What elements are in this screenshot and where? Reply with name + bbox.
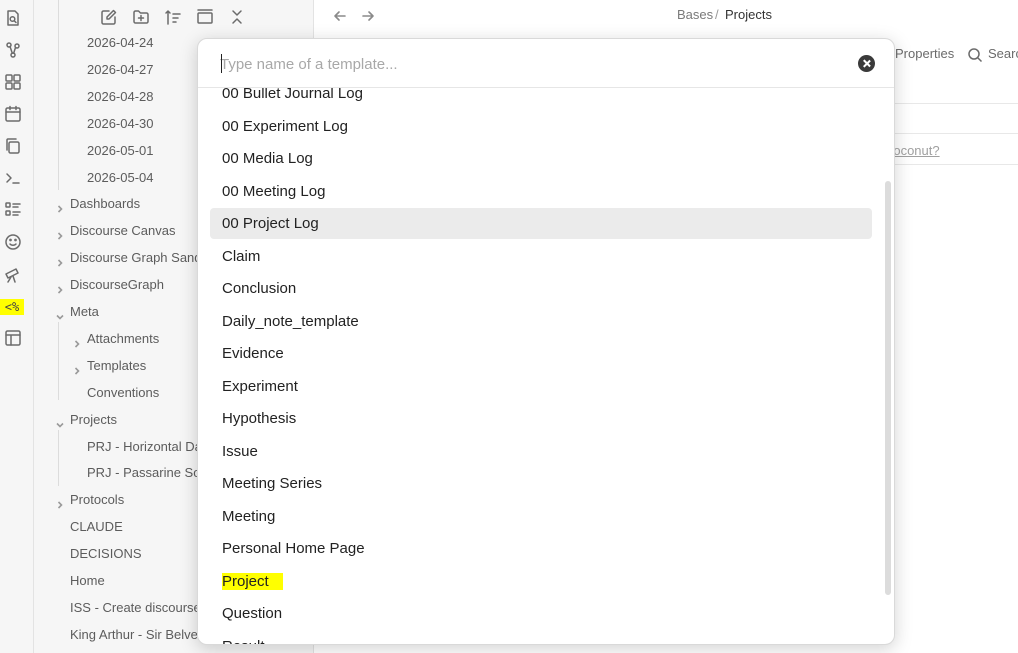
template-results-list: 00 Bullet Journal Log 00 Experiment Log 00… bbox=[198, 88, 894, 645]
template-option[interactable]: Question bbox=[210, 598, 872, 629]
tree-item-label: Discourse Canvas bbox=[70, 223, 176, 239]
chevron-right-icon[interactable] bbox=[55, 226, 65, 240]
tree-item-label: ISS - Create discourse bbox=[70, 599, 201, 615]
tree-item-label: Discourse Graph Sand bbox=[70, 250, 202, 266]
tree-item-label: 2026-05-04 bbox=[87, 169, 154, 185]
templater-icon[interactable]: <% bbox=[0, 299, 24, 315]
tree-item-label: 2026-04-27 bbox=[87, 61, 154, 77]
chevron-right-icon[interactable] bbox=[55, 280, 65, 294]
left-ribbon: <% bbox=[0, 0, 34, 653]
template-option-label: 00 Project Log bbox=[222, 215, 319, 232]
results-scrollbar[interactable] bbox=[885, 181, 891, 595]
template-option-label: Conclusion bbox=[222, 280, 297, 297]
template-option[interactable]: Personal Home Page bbox=[210, 533, 872, 564]
template-option[interactable]: Project bbox=[210, 566, 872, 597]
forward-arrow-icon[interactable] bbox=[360, 8, 376, 24]
template-option[interactable]: Evidence bbox=[210, 338, 872, 369]
template-option-label: 00 Meeting Log bbox=[222, 182, 326, 200]
breadcrumb-separator: / bbox=[715, 7, 719, 22]
tree-item-label: Attachments bbox=[87, 330, 160, 346]
template-option-label: Meeting bbox=[222, 507, 276, 525]
copy-icon[interactable] bbox=[4, 137, 22, 155]
chevron-right-icon[interactable] bbox=[55, 199, 65, 213]
tree-item-label: 2026-04-28 bbox=[87, 88, 154, 104]
template-option[interactable]: Hypothesis bbox=[210, 403, 872, 434]
layout-icon[interactable] bbox=[4, 329, 22, 347]
template-option-label: 00 Bullet Journal Log bbox=[222, 88, 363, 102]
template-option-label: Hypothesis bbox=[222, 410, 297, 427]
template-option[interactable]: Daily_note_template bbox=[210, 306, 872, 337]
tree-item-label: 2026-05-01 bbox=[87, 142, 154, 158]
quick-switcher-icon[interactable] bbox=[4, 9, 22, 27]
search-icon[interactable] bbox=[967, 47, 983, 63]
template-option[interactable]: Meeting Series bbox=[210, 468, 872, 499]
chevron-right-icon[interactable] bbox=[55, 495, 65, 509]
template-option-label: Evidence bbox=[222, 345, 284, 362]
canvas-icon[interactable] bbox=[4, 73, 22, 91]
sort-icon[interactable] bbox=[164, 8, 182, 26]
list-icon[interactable] bbox=[4, 201, 22, 219]
tree-item-label: Home bbox=[70, 573, 105, 588]
chevron-right-icon[interactable] bbox=[55, 253, 65, 267]
template-option-label: Result bbox=[222, 638, 265, 645]
template-option-label: Claim bbox=[222, 247, 261, 265]
tree-item-label: Dashboards bbox=[70, 196, 141, 212]
tree-item-label: PRJ - Horizontal Da bbox=[87, 438, 202, 454]
template-option[interactable]: Issue bbox=[210, 436, 872, 467]
telescope-icon[interactable] bbox=[4, 265, 22, 283]
graph-view-icon[interactable] bbox=[4, 41, 22, 59]
chevron-down-icon[interactable] bbox=[55, 307, 65, 320]
tree-item-label: 2026-04-30 bbox=[87, 115, 154, 131]
template-picker-modal: 00 Bullet Journal Log 00 Experiment Log 00… bbox=[197, 38, 895, 645]
chevron-down-icon[interactable] bbox=[55, 415, 65, 428]
emoji-icon[interactable] bbox=[4, 233, 22, 251]
template-search-input[interactable] bbox=[220, 53, 840, 75]
template-option[interactable]: Meeting bbox=[210, 501, 872, 532]
tree-item-label: 2026-04-24 bbox=[87, 35, 154, 50]
tree-item-label: Conventions bbox=[87, 384, 160, 400]
back-arrow-icon[interactable] bbox=[332, 8, 348, 24]
template-option[interactable]: 00 Bullet Journal Log bbox=[210, 88, 872, 109]
template-option[interactable]: 00 Project Log bbox=[210, 208, 872, 239]
template-option-label: Experiment bbox=[222, 377, 298, 395]
close-icon[interactable] bbox=[228, 8, 246, 26]
daily-note-icon[interactable] bbox=[4, 105, 22, 123]
terminal-icon[interactable] bbox=[4, 169, 22, 187]
new-folder-icon[interactable] bbox=[132, 8, 150, 26]
template-option-label: 00 Media Log bbox=[222, 150, 313, 167]
template-option-label: Personal Home Page bbox=[222, 540, 365, 557]
template-option-label: Meeting Series bbox=[222, 475, 323, 492]
template-option-label: Project bbox=[222, 572, 283, 590]
breadcrumb-current[interactable]: Projects bbox=[725, 7, 772, 22]
template-option[interactable]: Result bbox=[210, 631, 872, 645]
breadcrumb-parent[interactable]: Bases bbox=[677, 7, 713, 22]
properties-button[interactable]: Properties bbox=[895, 46, 954, 61]
chevron-right-icon[interactable] bbox=[72, 361, 82, 375]
tree-item-label: Templates bbox=[87, 357, 147, 373]
collapse-icon[interactable] bbox=[196, 8, 214, 26]
tree-item-label: Meta bbox=[70, 304, 99, 319]
tree-item-label: Projects bbox=[70, 411, 117, 427]
clear-input-icon[interactable] bbox=[858, 55, 875, 72]
tree-item-label: King Arthur - Sir Belve bbox=[70, 626, 198, 642]
tree-item-label: Protocols bbox=[70, 492, 125, 508]
tree-item-label: DECISIONS bbox=[70, 546, 142, 562]
template-option[interactable]: 00 Media Log bbox=[210, 143, 872, 174]
template-option[interactable]: Claim bbox=[210, 241, 872, 272]
new-note-icon[interactable] bbox=[100, 8, 118, 26]
template-option-label: 00 Experiment Log bbox=[222, 117, 348, 135]
search-button[interactable]: Search bbox=[988, 46, 1018, 61]
tree-item-label: DiscourseGraph bbox=[70, 277, 164, 293]
template-option[interactable]: Experiment bbox=[210, 371, 872, 402]
tree-item-label: PRJ - Passarine Son bbox=[87, 465, 208, 481]
template-option[interactable]: Conclusion bbox=[210, 273, 872, 304]
tree-item-label: CLAUDE bbox=[70, 519, 123, 535]
template-option[interactable]: 00 Experiment Log bbox=[210, 111, 872, 142]
template-option-label: Daily_note_template bbox=[222, 312, 359, 330]
template-option[interactable]: 00 Meeting Log bbox=[210, 176, 872, 207]
chevron-right-icon[interactable] bbox=[72, 334, 82, 348]
template-option-label: Question bbox=[222, 605, 283, 622]
template-option-label: Issue bbox=[222, 442, 258, 460]
text-caret bbox=[221, 54, 222, 73]
